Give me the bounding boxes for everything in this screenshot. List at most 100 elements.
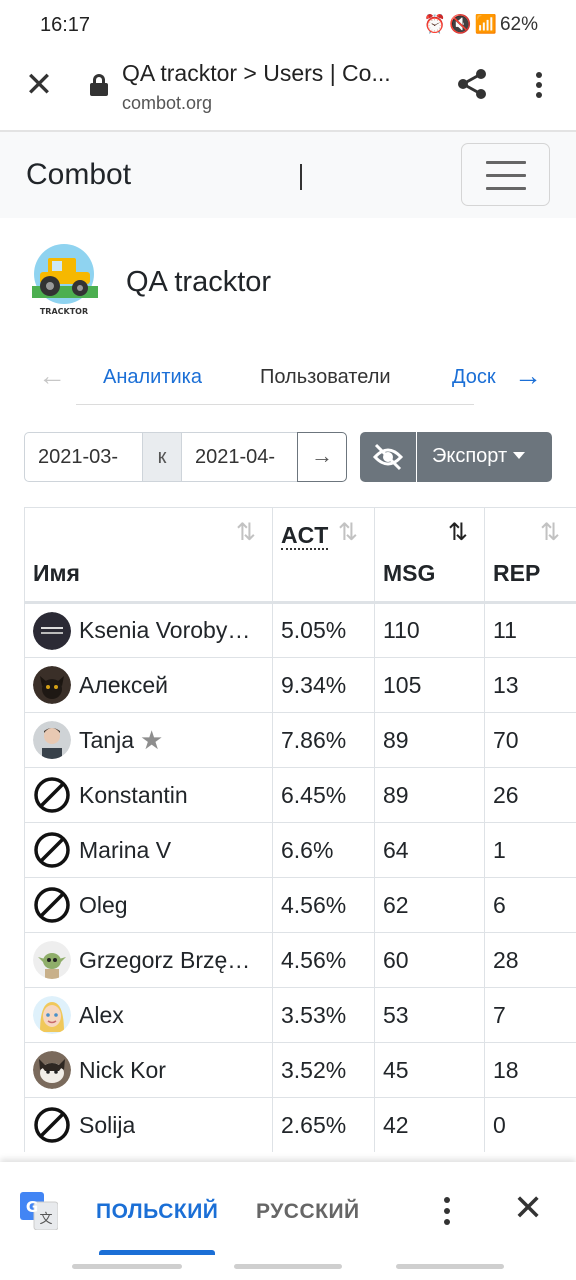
- page-url[interactable]: combot.org: [122, 93, 212, 114]
- table-row[interactable]: Алексей 9.34% 105 13: [24, 657, 576, 713]
- user-cell[interactable]: Nick Kor: [24, 1042, 273, 1098]
- table-header-row: ⇅ Имя ⇅ ACT ⇅ MSG ⇅ REP: [24, 507, 576, 603]
- msg-value: 89: [374, 712, 485, 768]
- avatar: [33, 1051, 71, 1089]
- user-cell[interactable]: Tanja ★: [24, 712, 273, 768]
- hide-toggle-button[interactable]: [360, 432, 416, 482]
- export-label: Экспорт: [432, 445, 508, 467]
- act-value: 4.56%: [272, 932, 375, 988]
- tabs-divider: [76, 404, 474, 405]
- tab-boards[interactable]: Доск: [452, 366, 496, 389]
- user-name[interactable]: Solija: [79, 1112, 135, 1139]
- user-name[interactable]: Алексей: [79, 672, 168, 699]
- sort-icon[interactable]: ⇅: [540, 518, 560, 547]
- date-from-input[interactable]: 2021-03-: [24, 432, 143, 482]
- user-cell[interactable]: Marina V: [24, 822, 273, 878]
- act-value: 5.05%: [272, 602, 375, 658]
- share-icon[interactable]: [454, 66, 490, 102]
- site-navbar: Combot: [0, 132, 576, 218]
- table-row[interactable]: Oleg 4.56% 62 6: [24, 877, 576, 933]
- translate-target-tab[interactable]: РУССКИЙ: [256, 1200, 360, 1224]
- column-header-act[interactable]: ⇅ ACT: [272, 507, 375, 603]
- browser-toolbar: ✕ QA tracktor > Users | Co... combot.org: [0, 52, 576, 132]
- table-row[interactable]: Marina V 6.6% 64 1: [24, 822, 576, 878]
- user-cell[interactable]: Алексей: [24, 657, 273, 713]
- avatar: [33, 611, 71, 650]
- user-name[interactable]: Ksenia Vorobyova: [79, 617, 259, 644]
- group-logo: TRACKTOR: [32, 244, 98, 316]
- table-row[interactable]: Grzegorz Brzęczyszczykiewicz 4.56%6028: [24, 932, 576, 988]
- avatar: [33, 721, 71, 759]
- brand-logo[interactable]: Combot: [26, 158, 131, 192]
- table-row[interactable]: Ksenia Vorobyova 5.05% 110 11: [24, 602, 576, 658]
- user-cell[interactable]: Solija: [24, 1097, 273, 1152]
- google-translate-icon[interactable]: G 文: [20, 1192, 58, 1230]
- tab-users[interactable]: Пользователи: [260, 366, 391, 389]
- sort-desc-icon[interactable]: ⇅: [448, 518, 468, 547]
- user-name[interactable]: Nick Kor: [79, 1057, 166, 1084]
- rep-value: 13: [484, 657, 576, 713]
- menu-toggle-button[interactable]: [461, 143, 550, 206]
- text-cursor: [300, 164, 302, 190]
- table-row[interactable]: Tanja ★ 7.86% 89 70: [24, 712, 576, 768]
- msg-value: 53: [374, 987, 485, 1043]
- sort-icon[interactable]: ⇅: [338, 518, 358, 547]
- no-avatar-icon: [33, 776, 71, 814]
- lock-icon[interactable]: [90, 74, 108, 96]
- more-options-icon[interactable]: [526, 68, 552, 102]
- wifi-icon: 📶: [474, 14, 500, 34]
- user-cell[interactable]: Ksenia Vorobyova: [24, 602, 273, 658]
- table-row[interactable]: Alex 3.53% 53 7: [24, 987, 576, 1043]
- group-name: QA tracktor: [126, 266, 272, 298]
- export-dropdown-button[interactable]: Экспорт: [417, 432, 552, 482]
- table-row[interactable]: Konstantin 6.45% 89 26: [24, 767, 576, 823]
- act-value: 3.53%: [272, 987, 375, 1043]
- user-name[interactable]: Alex: [79, 1002, 124, 1029]
- act-value: 6.45%: [272, 767, 375, 823]
- translate-bar: G 文 ПОЛЬСКИЙ РУССКИЙ ✕: [0, 1162, 576, 1280]
- column-header-rep[interactable]: ⇅ REP: [484, 507, 576, 603]
- star-icon: ★: [139, 724, 164, 755]
- close-tab-icon[interactable]: ✕: [22, 68, 56, 102]
- status-icons: ⏰🔇📶62%: [424, 14, 538, 36]
- more-options-icon[interactable]: [437, 1196, 457, 1226]
- user-cell[interactable]: Konstantin: [24, 767, 273, 823]
- arrow-left-icon[interactable]: ←: [38, 360, 66, 392]
- user-name[interactable]: Oleg: [79, 892, 128, 919]
- user-cell[interactable]: Grzegorz Brzęczyszczykiewicz: [24, 932, 273, 988]
- user-name[interactable]: Konstantin: [79, 782, 188, 809]
- avatar: [33, 941, 71, 979]
- user-name[interactable]: Tanja: [79, 727, 134, 754]
- msg-value: 45: [374, 1042, 485, 1098]
- no-avatar-icon: [33, 1106, 71, 1144]
- msg-value: 89: [374, 767, 485, 823]
- alarm-icon: ⏰: [423, 14, 450, 34]
- table-row[interactable]: Solija 2.65% 42 0: [24, 1097, 576, 1152]
- avatar: [33, 996, 71, 1034]
- apply-dates-button[interactable]: →: [297, 432, 347, 482]
- user-cell[interactable]: Alex: [24, 987, 273, 1043]
- page-title[interactable]: QA tracktor > Users | Co...: [122, 60, 422, 87]
- rep-value: 1: [484, 822, 576, 878]
- sort-icon[interactable]: ⇅: [236, 518, 256, 547]
- tab-analytics[interactable]: Аналитика: [103, 366, 202, 389]
- user-cell[interactable]: Oleg: [24, 877, 273, 933]
- users-table-wrapper[interactable]: ⇅ Имя ⇅ ACT ⇅ MSG ⇅ REP Ksenia Vorobyova…: [24, 507, 576, 1152]
- svg-text:文: 文: [39, 1212, 52, 1227]
- msg-value: 42: [374, 1097, 485, 1152]
- user-name[interactable]: Marina V: [79, 837, 171, 864]
- column-header-name[interactable]: ⇅ Имя: [24, 507, 273, 603]
- status-bar: 16:17 ⏰🔇📶62%: [0, 0, 576, 52]
- gesture-nav-bar: [0, 1264, 576, 1270]
- column-header-msg[interactable]: ⇅ MSG: [374, 507, 485, 603]
- table-row[interactable]: Nick Kor 3.52% 45 18: [24, 1042, 576, 1098]
- rep-value: 6: [484, 877, 576, 933]
- translate-source-tab[interactable]: ПОЛЬСКИЙ: [96, 1200, 218, 1224]
- rep-value: 26: [484, 767, 576, 823]
- date-to-input[interactable]: 2021-04-: [181, 432, 298, 482]
- close-icon[interactable]: ✕: [513, 1190, 543, 1226]
- user-name[interactable]: Grzegorz Brzęczyszczykiewicz: [79, 947, 259, 974]
- active-tab-indicator: [99, 1250, 215, 1255]
- act-value: 6.6%: [272, 822, 375, 878]
- arrow-right-icon[interactable]: →: [514, 360, 542, 392]
